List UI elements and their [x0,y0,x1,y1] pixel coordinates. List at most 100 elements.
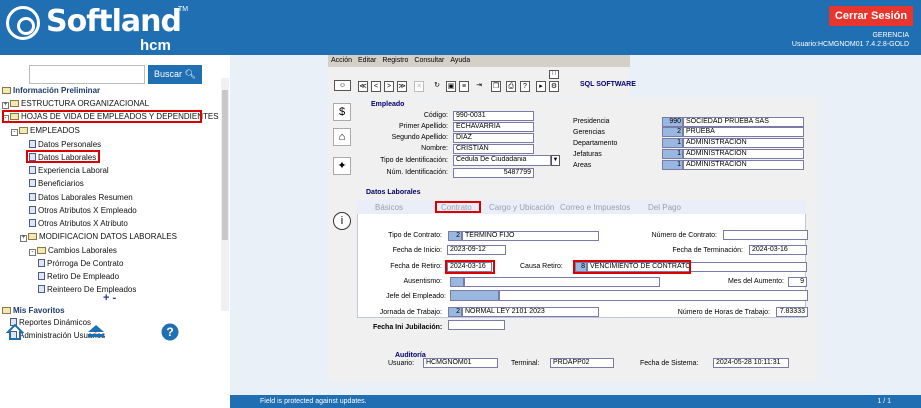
tree-mis-favoritos[interactable]: Mis Favoritos [2,306,65,315]
org-chart-icon[interactable]: ✦ [333,157,351,175]
person-icon[interactable]: ☺ [334,80,351,91]
expand-collapse-all[interactable]: + - [103,292,116,304]
settings-icon[interactable]: ⚙ [549,81,559,92]
home-icon[interactable] [5,323,25,343]
gerencias-name[interactable]: PRUEBA [683,127,804,137]
refresh-icon[interactable]: ↻ [432,81,442,92]
logout-button[interactable]: Cerrar Sesión [829,6,913,26]
delete-icon[interactable]: ✕ [414,81,424,92]
mes-aumento-label: Mes del Aumento: [727,278,784,285]
jefe-empleado-field[interactable] [499,290,808,301]
tipo-contrato-code[interactable]: 2 [448,231,462,241]
tab-del-pago[interactable]: Del Pago [648,203,681,212]
next-record-icon[interactable]: > [384,81,394,92]
layers-icon[interactable] [86,323,106,343]
save-icon[interactable]: ▣ [446,81,456,92]
numero-contrato-field[interactable] [723,230,808,240]
usuario-field[interactable]: HCMGNOM01 [423,358,498,368]
tipo-identificacion-label: Tipo de Identificación: [380,157,448,164]
menu-registro[interactable]: Registro [382,57,408,64]
search-input[interactable] [29,65,145,84]
bank-icon[interactable]: ⌂ [333,128,351,146]
tab-correo[interactable]: Correo e Impuestos [560,203,630,212]
money-icon[interactable]: $ [333,103,351,121]
gerencias-code[interactable]: 2 [662,127,683,137]
fecha-inicio-label: Fecha de Inicio: [392,247,442,254]
mes-aumento-field[interactable]: 9 [788,277,807,287]
status-bar: Field is protected against updates. 1 / … [230,395,921,408]
codigo-field[interactable]: 990-0031 [453,111,534,121]
tree-label: ESTRUCTURA ORGANIZACIONAL [21,99,150,108]
causa-retiro-label: Causa Retiro: [520,263,563,270]
tree-datos-laborales-resumen[interactable]: Datos Laborales Resumen [29,193,133,202]
tree-reintegro[interactable]: Reinteero De Empleados [38,285,136,294]
copy-icon[interactable]: ❐ [491,81,501,92]
tipo-contrato-field[interactable]: TERMINO FIJO [462,231,599,241]
tree-label: Otros Atributos X Empleado [38,206,137,215]
tree-info-preliminar[interactable]: Información Preliminar [2,86,100,95]
num-identificacion-field[interactable]: 5487799 [453,168,534,178]
fecha-terminacion-field[interactable]: 2024-03-16 [749,245,807,255]
primer-apellido-field[interactable]: ECHAVARRIA [453,122,534,132]
areas-label: Areas [573,162,592,169]
sidebar-scrollbar-thumb[interactable] [222,90,228,240]
tree-cambios-laborales[interactable]: - Cambios Laborales [29,246,117,256]
tree-label: Reportes Dinámicos [19,318,92,327]
tree-otros-atributos-empleado[interactable]: Otros Atributos X Empleado [29,206,137,215]
expand-icon: + [20,235,27,242]
tree-otros-atributos-atributo[interactable]: Otros Atributos X Atributo [29,219,128,228]
print-icon[interactable]: ⎙ [506,81,516,92]
tree-prorroga[interactable]: Prórroga De Contrato [38,259,123,268]
fecha-inicio-field[interactable]: 2023-09-12 [447,245,506,255]
jornada-code[interactable]: 2 [448,307,462,317]
tree-experiencia-laboral[interactable]: Experiencia Laboral [29,166,109,175]
menu-accion[interactable]: Acción [331,57,352,64]
folder-icon [28,233,37,240]
chevron-down-icon[interactable]: ▼ [551,155,560,166]
jornada-field[interactable]: NORMAL LEY 2101 2023 [462,307,599,317]
help-icon[interactable]: ? [520,81,530,92]
nombre-field[interactable]: CRISTIAN [453,144,534,154]
exit-icon[interactable]: ⇥ [474,81,484,92]
first-record-icon[interactable]: ≪ [358,81,368,92]
jefaturas-name[interactable]: ADMINISTRACION [683,149,804,159]
tree-datos-personales[interactable]: Datos Personales [29,140,101,149]
brand-sub: hcm [140,37,171,54]
tab-basicos[interactable]: Básicos [375,203,403,212]
tipo-identificacion-select[interactable]: Cedula De Ciudadania [453,155,551,166]
ausentismo-label: Ausentismo: [403,278,442,285]
ausentismo-code[interactable] [450,277,464,287]
prev-record-icon[interactable]: < [371,81,381,92]
last-record-icon[interactable]: ≫ [397,81,407,92]
tree-retiro[interactable]: Retiro De Empleado [38,272,119,281]
menu-editar[interactable]: Editar [358,57,376,64]
jefaturas-code[interactable]: 1 [662,149,683,159]
tree-estructura[interactable]: + ESTRUCTURA ORGANIZACIONAL [2,99,149,109]
areas-code[interactable]: 1 [662,160,683,170]
tree-empleados[interactable]: - EMPLEADOS [11,126,80,136]
areas-name[interactable]: ADMINISTRACION [683,160,804,170]
fecha-sistema-field[interactable]: 2024-05-28 10:11:31 [713,358,789,368]
search-button[interactable]: Buscar 🔍︎ [148,65,202,84]
document-icon[interactable]: ≡ [459,81,469,92]
departamento-name[interactable]: ADMINISTRACION [683,138,804,148]
terminal-field[interactable]: PRDAPP02 [550,358,614,368]
ausentismo-field[interactable] [464,277,660,287]
expand-icon[interactable]: ▸ [536,81,546,92]
info-icon[interactable]: i [333,212,351,230]
grid-icon[interactable]: ∷ [549,70,559,79]
jubilacion-field[interactable] [448,320,505,330]
horas-trabajo-field[interactable]: 7.83333 [776,307,808,317]
departamento-code[interactable]: 1 [662,138,683,148]
presidencia-name[interactable]: SOCIEDAD PRUEBA SAS [683,117,804,127]
segundo-apellido-field[interactable]: DIAZ [453,133,534,143]
menu-consultar[interactable]: Consultar [414,57,444,64]
document-icon [38,285,45,293]
jefe-empleado-code[interactable] [450,290,499,301]
tree-beneficiarios[interactable]: Beneficiarios [29,179,84,188]
help-icon[interactable]: ? [161,323,179,343]
presidencia-code[interactable]: 990 [662,117,683,127]
tree-modificacion[interactable]: + MODIFICACION DATOS LABORALES [20,232,177,242]
tab-cargo[interactable]: Cargo y Ubicación [489,203,554,212]
menu-ayuda[interactable]: Ayuda [450,57,470,64]
